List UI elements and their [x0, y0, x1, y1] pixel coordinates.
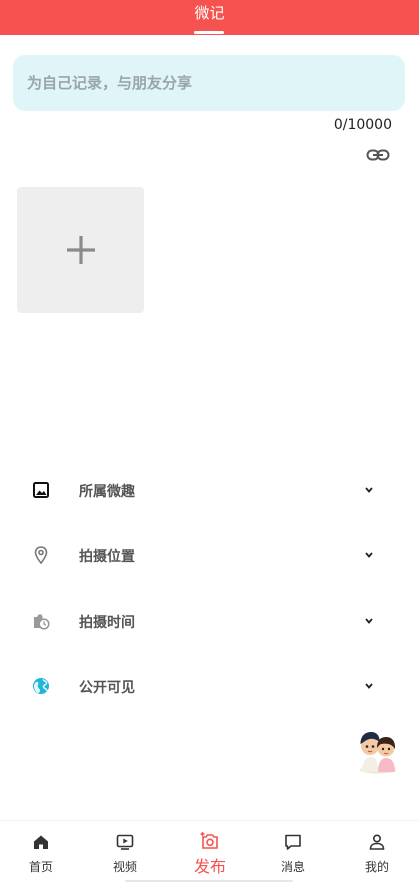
bottom-nav: 首页 视频 发布 消息 我的	[0, 820, 419, 884]
add-image-button[interactable]	[17, 187, 144, 313]
video-icon	[116, 834, 134, 850]
assistant-avatar-icon[interactable]	[356, 726, 400, 774]
char-count: 0/10000	[333, 117, 392, 133]
nav-me-label: 我的	[364, 860, 389, 874]
home-indicator	[125, 880, 293, 882]
location-pin-icon	[34, 546, 48, 565]
chevron-down-icon	[365, 552, 373, 558]
note-text-input[interactable]	[13, 55, 405, 111]
page-title: 微记	[194, 4, 225, 22]
option-category[interactable]: 所属微趣	[0, 469, 419, 513]
option-time-label: 拍摄时间	[79, 615, 135, 631]
option-category-label: 所属微趣	[79, 484, 135, 500]
link-icon[interactable]	[366, 146, 390, 164]
option-location[interactable]: 拍摄位置	[0, 534, 419, 578]
chevron-down-icon	[365, 683, 373, 689]
nav-messages[interactable]: 消息	[258, 821, 328, 877]
chevron-down-icon	[365, 618, 373, 624]
user-icon	[369, 834, 385, 850]
nav-publish[interactable]: 发布	[175, 821, 245, 877]
camera-plus-icon	[200, 832, 218, 849]
message-icon	[285, 834, 301, 850]
title-underline	[194, 31, 224, 34]
nav-home-label: 首页	[28, 860, 53, 874]
image-icon	[33, 482, 49, 498]
publish-page: 微记 0/10000 所属微趣 拍摄位置	[0, 0, 419, 884]
option-visibility-label: 公开可见	[79, 680, 135, 696]
nav-video-label: 视频	[112, 860, 137, 874]
nav-video[interactable]: 视频	[90, 821, 160, 877]
plus-icon	[66, 236, 95, 264]
option-visibility[interactable]: 公开可见	[0, 665, 419, 709]
camera-clock-icon	[34, 614, 50, 630]
globe-icon	[33, 678, 49, 694]
option-location-label: 拍摄位置	[79, 549, 135, 565]
nav-messages-label: 消息	[280, 860, 305, 874]
header-bar: 微记	[0, 0, 419, 35]
nav-home[interactable]: 首页	[6, 821, 76, 877]
chevron-down-icon	[365, 487, 373, 493]
nav-publish-label: 发布	[193, 857, 226, 876]
home-icon	[34, 835, 48, 849]
option-time[interactable]: 拍摄时间	[0, 600, 419, 644]
nav-me[interactable]: 我的	[342, 821, 412, 877]
